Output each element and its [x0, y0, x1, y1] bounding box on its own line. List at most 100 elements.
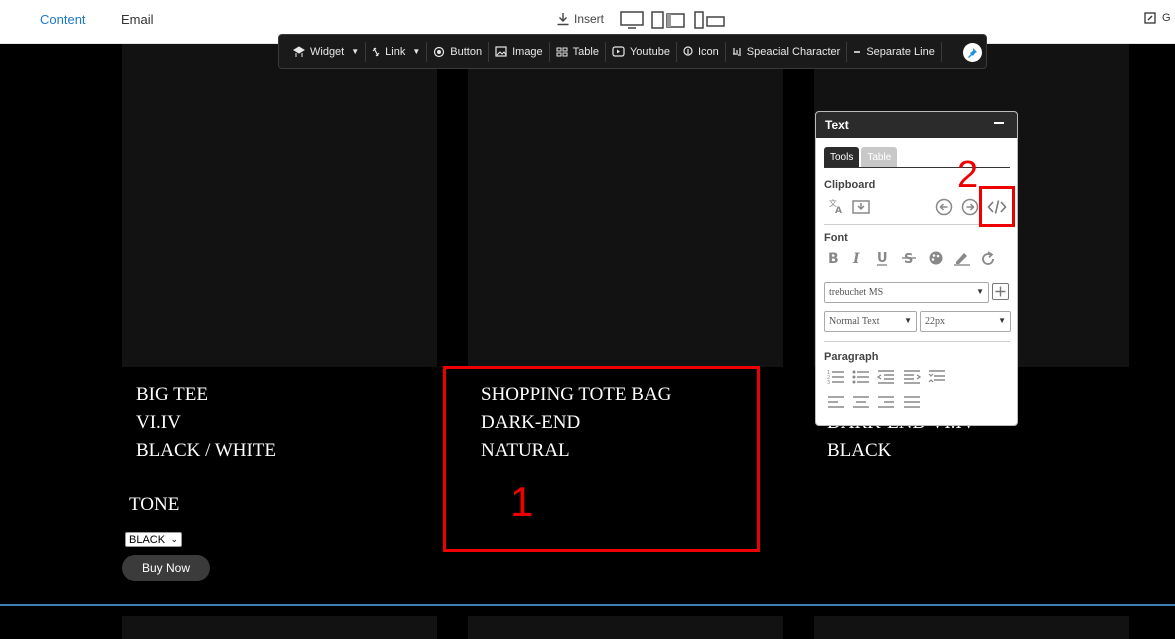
- panel-tabs: Tools Table: [824, 147, 1010, 168]
- icon-label: Icon: [697, 45, 719, 58]
- right-truncated-label[interactable]: G: [1162, 12, 1171, 24]
- annotation-number-2: 2: [957, 154, 979, 196]
- italic-icon[interactable]: I: [850, 250, 862, 266]
- external-edit-icon[interactable]: [1144, 12, 1156, 24]
- clear-format-icon[interactable]: [979, 250, 997, 268]
- widget-icon: [293, 45, 305, 57]
- font-section-title: Font: [824, 232, 848, 244]
- annotation-number-1: 1: [510, 478, 534, 525]
- widget-menu[interactable]: Widget ▼: [287, 41, 367, 62]
- insert-label: Insert: [574, 12, 605, 26]
- caret-down-icon: ▼: [998, 316, 1006, 325]
- tab-tools[interactable]: Tools: [824, 147, 860, 167]
- tone-select-value: BLACK: [129, 533, 166, 546]
- youtube-label: Youtube: [629, 45, 670, 58]
- tone-select[interactable]: BLACK ⌄: [125, 532, 182, 547]
- link-icon: [372, 47, 380, 56]
- product-3-line-2: BLACK: [827, 440, 892, 461]
- panel-title: Text: [825, 118, 849, 132]
- separate-line-label: Separate Line: [866, 45, 935, 58]
- tab-table[interactable]: Table: [861, 147, 898, 167]
- minus-icon: [854, 51, 861, 53]
- link-label: Link: [385, 45, 406, 58]
- color-palette-icon[interactable]: [928, 250, 944, 266]
- unordered-list-icon[interactable]: [852, 369, 870, 385]
- buy-now-button[interactable]: Buy Now: [122, 555, 210, 581]
- insert-button-item[interactable]: Button: [427, 41, 490, 62]
- paste-icon[interactable]: [852, 198, 870, 214]
- radio-button-icon: [434, 46, 445, 57]
- clipboard-section-title: Clipboard: [824, 179, 876, 191]
- font-family-select[interactable]: trebuchet MS ▼: [824, 282, 989, 303]
- tab-content[interactable]: Content: [40, 12, 86, 27]
- svg-text:U: U: [877, 251, 888, 266]
- translate-icon[interactable]: 文 A: [828, 198, 844, 214]
- special-character-label: Speacial Character: [746, 45, 841, 58]
- tablet-icon[interactable]: [650, 11, 686, 29]
- image-icon: [495, 46, 507, 57]
- tab-email[interactable]: Email: [121, 12, 154, 27]
- align-center-icon[interactable]: [852, 395, 870, 409]
- product-1-line-2: VI.IV: [136, 412, 181, 433]
- insert-table-item[interactable]: Table: [550, 41, 606, 62]
- product-1-line-3: BLACK / WHITE: [136, 440, 277, 461]
- mobile-icon[interactable]: [692, 11, 726, 29]
- bold-icon[interactable]: B: [826, 250, 840, 266]
- add-font-button[interactable]: [992, 283, 1009, 300]
- link-menu[interactable]: Link ▼: [366, 41, 428, 62]
- minimize-icon[interactable]: [994, 122, 1004, 124]
- right-controls: G: [1144, 12, 1171, 24]
- omega-icon: [732, 48, 741, 56]
- outdent-icon[interactable]: [877, 369, 895, 385]
- highlight-icon[interactable]: [953, 250, 971, 266]
- product-image-1[interactable]: [122, 44, 437, 367]
- tone-label: TONE: [129, 494, 180, 515]
- align-justify-icon[interactable]: [903, 395, 921, 409]
- image-label: Image: [512, 45, 543, 58]
- product-image-6[interactable]: [814, 616, 1129, 639]
- text-style-select[interactable]: Normal Text ▼: [824, 311, 917, 332]
- insert-toolbar: Widget ▼ Link ▼ Button Image Table Youtu…: [278, 34, 987, 69]
- caret-down-icon: ▼: [976, 287, 984, 296]
- indent-icon[interactable]: [903, 369, 921, 385]
- align-right-icon[interactable]: [877, 395, 895, 409]
- insert-separate-line-item[interactable]: Separate Line: [847, 41, 942, 62]
- redo-icon[interactable]: [961, 198, 979, 216]
- youtube-icon: [612, 46, 625, 57]
- underline-icon[interactable]: U: [875, 250, 889, 266]
- annotation-box-1: [443, 366, 760, 552]
- button-label: Button: [450, 45, 483, 58]
- paragraph-section-title: Paragraph: [824, 351, 879, 363]
- undo-icon[interactable]: [935, 198, 953, 216]
- strikethrough-icon[interactable]: S: [902, 250, 916, 266]
- insert-image-item[interactable]: Image: [489, 41, 550, 62]
- insert-button[interactable]: Insert: [556, 12, 604, 26]
- caret-down-icon: ▼: [412, 47, 421, 56]
- svg-text:I: I: [852, 251, 860, 266]
- pin-toolbar-button[interactable]: [963, 43, 982, 62]
- insert-youtube-item[interactable]: Youtube: [606, 41, 677, 62]
- table-icon: [556, 47, 568, 56]
- product-1-line-1: BIG TEE: [136, 384, 208, 405]
- product-image-5[interactable]: [468, 616, 783, 639]
- font-size-value: 22px: [925, 316, 945, 327]
- truncated-tab[interactable]: ¦: [0, 12, 3, 26]
- svg-text:3: 3: [827, 380, 830, 385]
- align-left-icon[interactable]: [827, 395, 845, 409]
- product-image-4[interactable]: [122, 616, 437, 639]
- svg-text:A: A: [835, 206, 842, 214]
- line-height-icon[interactable]: [928, 369, 946, 385]
- desktop-icon[interactable]: [620, 11, 644, 29]
- panel-header[interactable]: Text: [816, 112, 1017, 138]
- table-label: Table: [572, 45, 599, 58]
- product-1-text[interactable]: BIG TEE VI.IV BLACK / WHITE: [136, 381, 276, 465]
- text-style-value: Normal Text: [829, 316, 880, 327]
- product-image-2[interactable]: [468, 44, 783, 367]
- insert-icon-item[interactable]: Icon: [677, 41, 726, 62]
- ordered-list-icon[interactable]: 1 2 3: [827, 369, 845, 385]
- icon-icon: [683, 46, 693, 56]
- font-size-select[interactable]: 22px ▼: [920, 311, 1011, 332]
- insert-special-character-item[interactable]: Speacial Character: [726, 41, 848, 62]
- section-divider: [0, 604, 1175, 606]
- plus-icon: [995, 286, 1006, 297]
